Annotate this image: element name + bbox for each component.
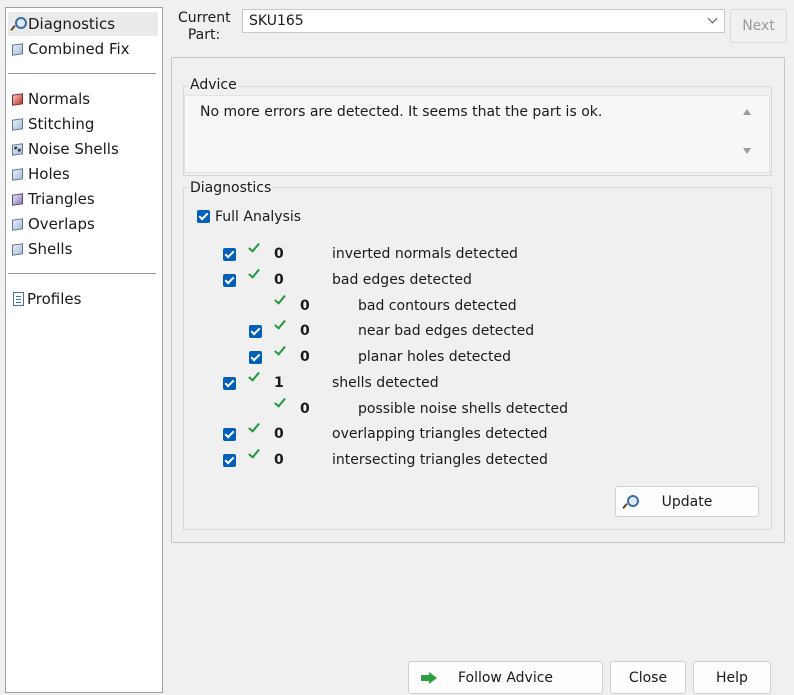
near-bad-edges-checkbox[interactable] [249,325,262,338]
overlapping-triangles-label: overlapping triangles detected [332,426,548,442]
advice-title: Advice [188,77,239,93]
sidebar-item-label: Overlaps [28,215,95,233]
planar-holes-checkbox[interactable] [249,351,262,364]
sidebar-item-label: Normals [28,90,91,108]
bad-edges-count: 0 [274,272,284,288]
cube-icon [11,217,25,231]
sidebar-item-label: Noise Shells [28,140,119,158]
full-analysis-checkbox[interactable] [197,210,210,223]
sidebar-item-label: Profiles [27,290,82,308]
bad-contours-count: 0 [300,298,310,314]
chevron-down-icon [707,13,718,24]
sidebar-item-label: Triangles [28,190,95,208]
scroll-up-icon[interactable] [743,109,751,115]
sidebar-item-triangles[interactable]: Triangles [8,187,158,211]
noise-shells-count: 0 [300,401,310,417]
overlapping-triangles-checkbox[interactable] [223,428,236,441]
inverted-normals-label: inverted normals detected [332,246,518,262]
help-button[interactable]: Help [693,661,771,694]
inverted-normals-count: 0 [274,246,284,262]
sidebar-item-overlaps[interactable]: Overlaps [8,212,158,236]
scroll-down-icon[interactable] [743,148,751,154]
search-icon [623,495,639,509]
intersecting-triangles-count: 0 [274,452,284,468]
cube-icon [11,242,25,256]
near-bad-edges-count: 0 [300,323,310,339]
sidebar-item-label: Combined Fix [28,40,130,58]
sidebar-divider [8,273,156,274]
planar-holes-count: 0 [300,349,310,365]
update-button[interactable]: Update [615,486,759,517]
sidebar-item-label: Holes [28,165,70,183]
cube-icon [11,42,25,56]
intersecting-triangles-checkbox[interactable] [223,454,236,467]
sidebar-item-label: Diagnostics [28,15,116,33]
cube-dots-icon [11,142,25,156]
current-part-label: Current Part: [178,10,231,43]
sidebar-item-diagnostics[interactable]: Diagnostics [8,12,158,36]
sidebar-item-holes[interactable]: Holes [8,162,158,186]
bad-edges-label: bad edges detected [332,272,472,288]
cube-icon [11,117,25,131]
document-icon [13,292,24,306]
sidebar-item-shells[interactable]: Shells [8,237,158,261]
diagnostics-title: Diagnostics [188,180,274,196]
full-analysis-label: Full Analysis [215,209,302,225]
sidebar-item-profiles[interactable]: Profiles [8,287,158,311]
sidebar-item-combined-fix[interactable]: Combined Fix [8,37,158,61]
update-button-label: Update [661,493,713,510]
shells-label: shells detected [332,375,439,391]
follow-advice-button[interactable]: Follow Advice [408,661,603,694]
cube-icon [11,167,25,181]
cube-red-icon [11,92,25,106]
sidebar: Diagnostics Combined Fix Normals Stitchi… [5,7,163,693]
overlapping-triangles-count: 0 [274,426,284,442]
noise-shells-label: possible noise shells detected [358,401,569,417]
sidebar-divider [8,73,156,74]
advice-text: No more errors are detected. It seems th… [200,104,603,120]
bad-edges-checkbox[interactable] [223,274,236,287]
arrow-right-icon [421,672,437,684]
near-bad-edges-label: near bad edges detected [358,323,535,339]
search-icon [11,17,27,31]
next-button[interactable]: Next [730,9,787,43]
sidebar-item-label: Shells [28,240,73,258]
close-button[interactable]: Close [610,661,686,694]
sidebar-item-stitching[interactable]: Stitching [8,112,158,136]
planar-holes-label: planar holes detected [358,349,511,365]
sidebar-item-normals[interactable]: Normals [8,87,158,111]
shells-count: 1 [274,375,284,391]
part-select-value: SKU165 [249,13,304,29]
sidebar-item-label: Stitching [28,115,95,133]
part-select[interactable]: SKU165 [242,9,725,33]
intersecting-triangles-label: intersecting triangles detected [332,452,548,468]
cube-violet-icon [11,192,25,206]
follow-advice-label: Follow Advice [457,669,554,686]
bad-contours-label: bad contours detected [358,298,517,314]
inverted-normals-checkbox[interactable] [223,248,236,261]
sidebar-item-noise-shells[interactable]: Noise Shells [8,137,158,161]
shells-checkbox[interactable] [223,377,236,390]
